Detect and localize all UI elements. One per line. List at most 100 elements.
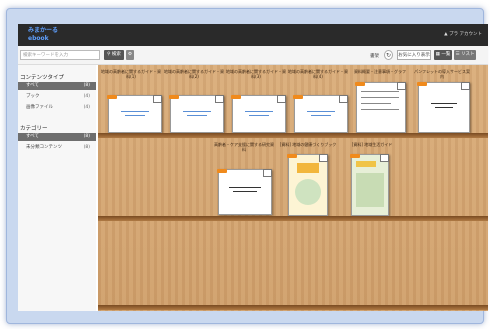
zoom-icon[interactable] (263, 169, 272, 177)
new-badge (107, 95, 117, 99)
book-title: 地域の高齢者に関するガイド・資料(4) (288, 69, 348, 79)
sidebar-item-category-all[interactable]: すべて (8) (18, 133, 96, 141)
zoom-icon[interactable] (380, 154, 389, 162)
cover-line (249, 115, 269, 116)
book-cover[interactable] (355, 82, 406, 133)
book-cover[interactable] (231, 95, 286, 133)
zoom-icon[interactable] (397, 82, 406, 90)
logo-text-2: ebook (28, 35, 49, 42)
cover-illustration (356, 173, 384, 207)
top-bar: みまかーる ebook ▲ プラ アカウント (18, 24, 488, 46)
account-menu[interactable]: ▲ プラ アカウント (444, 31, 482, 37)
toolbar: 検索キーワードを入力 ⚲ 検索 ⚙ 書架 ↻ お気に入り表示 ▦ 一覧 ☰ リス… (18, 46, 488, 65)
sort-label: 書架 (370, 54, 379, 59)
book-cover[interactable] (169, 95, 224, 133)
book-title: パンフレットの導入サービス案内 (413, 69, 471, 79)
sidebar-item-label: すべて (26, 134, 40, 139)
zoom-icon[interactable] (277, 95, 286, 103)
cover-line (435, 107, 453, 108)
new-badge (350, 154, 360, 158)
cover-line (361, 97, 399, 98)
book-title: [資料] 地域生活ガイド (351, 142, 393, 147)
new-badge (355, 82, 365, 86)
sidebar-item-count: (4) (83, 105, 90, 110)
sidebar-item-count: (8) (83, 145, 90, 150)
settings-button[interactable]: ⚙ (126, 50, 134, 60)
cover-line (121, 111, 149, 112)
search-button[interactable]: ⚲ 検索 (104, 50, 124, 60)
view-list-label: リスト (460, 52, 475, 57)
book-title: 高齢者・ケア支援に関する研究資料 (214, 142, 274, 152)
cover-line (125, 115, 145, 116)
list-icon: ☰ (455, 52, 460, 57)
sidebar-heading-content-type: コンテンツタイプ (20, 75, 65, 81)
sidebar-item-count: (8) (83, 83, 90, 88)
bookshelf: 地域の高齢者に関するガイド・資料(1) 地域の高齢者に関するガイド・資料(2) … (98, 65, 488, 311)
cover-line (245, 111, 273, 112)
gear-icon: ⚙ (127, 52, 133, 57)
favorites-button[interactable]: お気に入り表示 (397, 50, 431, 60)
new-badge (293, 95, 303, 99)
new-badge (287, 154, 297, 158)
cover-line (361, 103, 391, 104)
sidebar-heading-category: カテゴリー (20, 126, 48, 132)
book-title: 地域の高齢者に関するガイド・資料(3) (226, 69, 286, 79)
zoom-icon[interactable] (215, 95, 224, 103)
shelf-plank (98, 133, 488, 138)
new-badge (169, 95, 179, 99)
refresh-icon: ↻ (385, 52, 392, 59)
refresh-button[interactable]: ↻ (384, 50, 393, 60)
book-cover[interactable] (417, 82, 470, 133)
book-title: 地域の高齢者に関するガイド・資料(2) (164, 69, 224, 79)
app-logo[interactable]: みまかーる ebook (28, 27, 62, 43)
cover-line (233, 191, 257, 192)
zoom-icon[interactable] (319, 154, 328, 162)
logo-text-1: みまかーる (28, 27, 59, 34)
cover-line (229, 187, 261, 188)
new-badge (231, 95, 241, 99)
view-grid-label: 一覧 (441, 52, 451, 57)
cover-line (361, 91, 399, 92)
view-list-button[interactable]: ☰ リスト (454, 50, 476, 60)
book-title: 地域の高齢者に関するガイド・資料(1) (101, 69, 161, 79)
search-button-label: 検索 (111, 52, 121, 57)
cover-line (183, 111, 211, 112)
sidebar-item-label: 未分類コンテンツ (26, 145, 62, 150)
shelf-plank (98, 216, 488, 221)
zoom-icon[interactable] (153, 95, 162, 103)
new-badge (417, 82, 427, 86)
sidebar-item-image-file[interactable]: 画像ファイル (4) (18, 104, 96, 112)
book-cover[interactable] (287, 154, 328, 216)
search-icon: ⚲ (107, 52, 111, 57)
sidebar-item-label: すべて (26, 83, 40, 88)
book-cover[interactable] (107, 95, 162, 133)
cover-line (307, 111, 335, 112)
sidebar-item-label: 画像ファイル (26, 105, 53, 110)
sidebar: コンテンツタイプ すべて (8) ブック (4) 画像ファイル (4) カテゴリ… (18, 65, 96, 311)
zoom-icon[interactable] (339, 95, 348, 103)
cover-title-block (356, 161, 376, 167)
sidebar-item-uncategorized[interactable]: 未分類コンテンツ (8) (18, 144, 96, 152)
app-screen: みまかーる ebook ▲ プラ アカウント 検索キーワードを入力 ⚲ 検索 ⚙… (18, 24, 488, 311)
book-title: [資料] 地域の健康づくりブック (279, 142, 337, 147)
sidebar-item-count: (8) (83, 134, 90, 139)
cover-title-block (297, 163, 319, 173)
search-input[interactable]: 検索キーワードを入力 (20, 50, 100, 60)
sidebar-item-book[interactable]: ブック (4) (18, 93, 96, 101)
cover-illustration (295, 179, 321, 205)
zoom-icon[interactable] (461, 82, 470, 90)
book-cover[interactable] (350, 154, 389, 216)
view-grid-button[interactable]: ▦ 一覧 (434, 50, 452, 60)
cover-line (187, 115, 207, 116)
new-badge (217, 169, 227, 173)
sidebar-item-count: (4) (83, 94, 90, 99)
cover-line (431, 103, 457, 104)
cover-line (311, 115, 331, 116)
sidebar-item-label: ブック (26, 94, 40, 99)
shelf-plank (98, 305, 488, 310)
cover-line (361, 109, 399, 110)
book-cover[interactable] (293, 95, 348, 133)
book-cover[interactable] (217, 169, 272, 215)
sidebar-item-content-all[interactable]: すべて (8) (18, 82, 96, 90)
book-title: 資料概要・注意事項・グラフ (354, 69, 406, 74)
